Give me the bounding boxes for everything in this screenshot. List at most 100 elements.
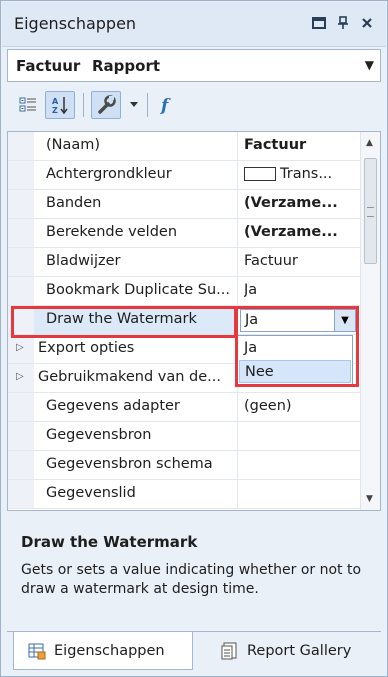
property-name: Gegevensbron schema [46, 456, 213, 472]
properties-toolbar: A Z f [7, 85, 381, 125]
property-value[interactable]: Factuur [244, 253, 354, 269]
property-value[interactable]: (Verzame... [244, 195, 354, 211]
property-row[interactable]: Gegevens adapter (geen) [8, 393, 360, 422]
property-row[interactable]: Gegevensbron [8, 422, 360, 451]
property-value[interactable]: (Verzame... [244, 224, 354, 240]
row-gutter [8, 277, 34, 305]
property-row[interactable]: Banden (Verzame... [8, 190, 360, 219]
properties-panel: Eigenschappen Factuur Rapport ▼ A Z f (N… [0, 0, 388, 677]
property-name: Banden [46, 195, 102, 211]
property-name: Bookmark Duplicate Su... [46, 282, 230, 298]
tab-label: Eigenschappen [54, 642, 165, 659]
tab-label: Report Gallery [247, 643, 352, 659]
window-position-icon[interactable] [308, 12, 330, 34]
property-name: Export opties [38, 340, 135, 356]
property-row[interactable]: Berekende velden (Verzame... [8, 219, 360, 248]
alphabetical-icon[interactable]: A Z [45, 91, 75, 119]
value-divider [237, 248, 238, 276]
property-value-color[interactable]: Trans... [244, 166, 354, 182]
row-gutter [8, 248, 34, 276]
chevron-down-icon[interactable]: ▼ [334, 310, 355, 331]
scroll-down-icon[interactable]: ▼ [366, 494, 373, 504]
svg-text:Z: Z [52, 106, 58, 115]
value-divider [237, 422, 238, 450]
scroll-up-icon[interactable]: ▲ [366, 138, 373, 148]
row-gutter [8, 480, 34, 508]
svg-text:A: A [52, 97, 59, 106]
value-divider [237, 161, 238, 189]
pin-icon[interactable] [332, 12, 354, 34]
object-name: Factuur [16, 57, 81, 75]
value-dropdown-list: Ja Nee [237, 335, 353, 385]
value-divider [237, 190, 238, 218]
property-value[interactable]: (geen) [244, 398, 354, 414]
toolbar-separator [83, 93, 84, 117]
dropdown-arrow-icon[interactable] [125, 91, 143, 119]
row-gutter [8, 451, 34, 479]
expand-arrow-icon[interactable]: ▷ [16, 371, 24, 382]
row-gutter [8, 393, 34, 421]
property-name: Achtergrondkleur [46, 166, 172, 182]
dropdown-option-ja[interactable]: Ja [239, 337, 351, 360]
properties-icon[interactable] [91, 91, 121, 119]
row-gutter [8, 190, 34, 218]
value-divider [237, 393, 238, 421]
property-name: (Naam) [46, 137, 101, 153]
property-name: Gegevenslid [46, 485, 136, 501]
color-swatch [244, 167, 276, 181]
row-gutter [8, 219, 34, 247]
color-value-text: Trans... [280, 166, 333, 182]
value-divider [237, 277, 238, 305]
chevron-down-icon[interactable]: ▼ [365, 58, 374, 72]
events-icon[interactable]: f [155, 91, 181, 119]
expand-arrow-icon[interactable]: ▷ [16, 342, 24, 353]
property-name: Gegevensbron [46, 427, 152, 443]
tab-eigenschappen[interactable]: Eigenschappen [13, 632, 193, 670]
value-combobox[interactable]: Ja ▼ [240, 309, 356, 332]
description-text: Gets or sets a value indicating whether … [21, 562, 362, 597]
value-divider [237, 219, 238, 247]
property-row[interactable]: Achtergrondkleur Trans... [8, 161, 360, 190]
property-grid-icon [28, 643, 46, 659]
grip-icon [367, 207, 374, 217]
row-gutter [8, 422, 34, 450]
combobox-value: Ja [245, 312, 259, 328]
value-divider [237, 451, 238, 479]
description-pane: Draw the Watermark Gets or sets a value … [7, 517, 381, 623]
property-row[interactable]: Gegevenslid [8, 480, 360, 509]
property-row-selected[interactable]: Draw the Watermark Ja ▼ [8, 306, 360, 335]
row-gutter [8, 306, 34, 334]
dropdown-option-nee[interactable]: Nee [239, 360, 351, 383]
object-type: Rapport [92, 57, 161, 75]
property-row[interactable]: Bladwijzer Factuur [8, 248, 360, 277]
value-divider [237, 480, 238, 508]
categorized-icon[interactable] [15, 91, 41, 119]
row-gutter [8, 132, 34, 160]
property-name: Draw the Watermark [46, 311, 197, 327]
panel-tabs: Eigenschappen Report Gallery [7, 631, 381, 672]
property-row[interactable]: Bookmark Duplicate Su... Ja [8, 277, 360, 306]
report-gallery-icon [221, 642, 237, 660]
object-selector[interactable]: Factuur Rapport ▼ [7, 49, 381, 82]
value-divider [237, 132, 238, 160]
row-gutter [8, 161, 34, 189]
property-row[interactable]: Gegevensbron schema [8, 451, 360, 480]
vertical-scrollbar[interactable]: ▲ ▼ [360, 132, 380, 510]
scrollbar-thumb[interactable] [364, 158, 377, 264]
description-title: Draw the Watermark [21, 533, 198, 551]
panel-titlebar: Eigenschappen [2, 2, 386, 47]
svg-text:f: f [160, 96, 171, 115]
property-row[interactable]: (Naam) Factuur [8, 132, 360, 161]
tab-report-gallery[interactable]: Report Gallery [207, 632, 377, 670]
close-icon[interactable] [356, 12, 378, 34]
property-name: Berekende velden [46, 224, 178, 240]
panel-title: Eigenschappen [14, 14, 137, 33]
toolbar-separator [147, 93, 148, 117]
value-divider [237, 306, 238, 334]
property-name: Bladwijzer [46, 253, 121, 269]
property-value[interactable]: Factuur [244, 137, 354, 153]
property-name: Gegevens adapter [46, 398, 180, 414]
property-name: Gebruikmakend van de... [38, 369, 221, 385]
property-grid: (Naam) Factuur Achtergrondkleur Trans...… [7, 131, 381, 511]
property-value[interactable]: Ja [244, 282, 354, 298]
